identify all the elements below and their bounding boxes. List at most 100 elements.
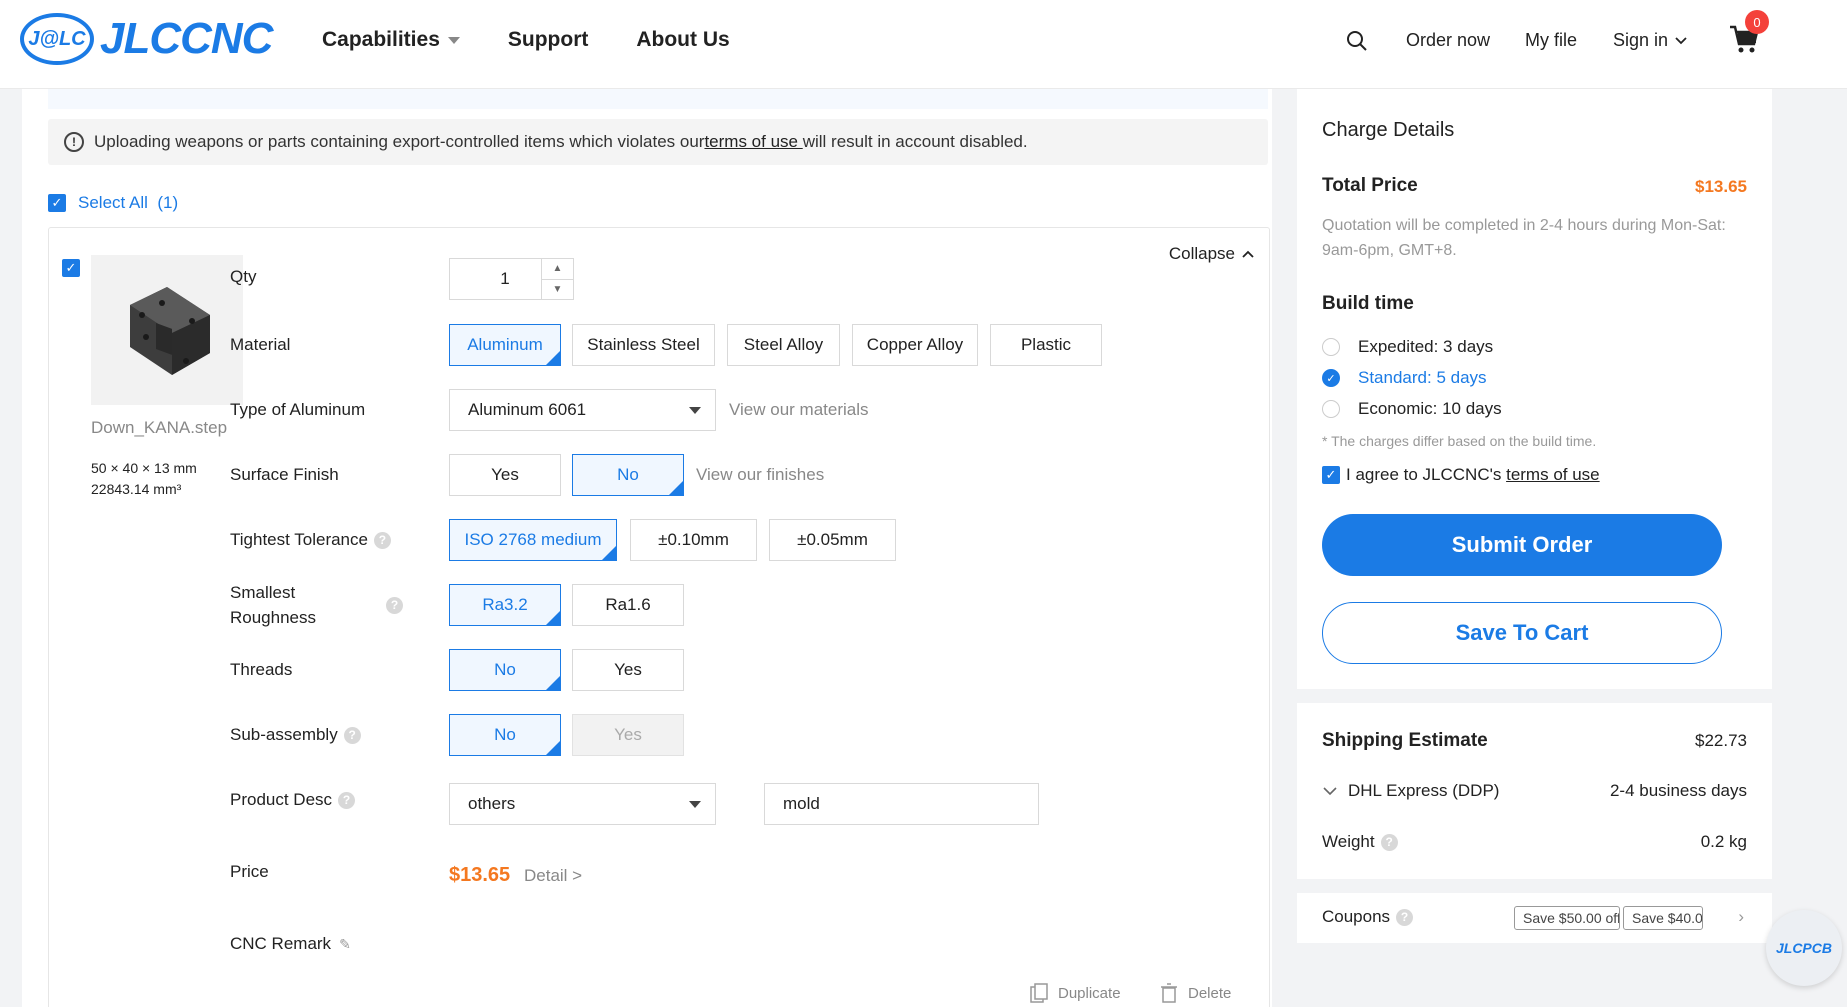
- part-thumbnail[interactable]: [91, 255, 243, 405]
- dropdown-arrow-icon: [689, 407, 701, 414]
- build-option-label: Standard: 5 days: [1358, 368, 1487, 387]
- nav-capabilities[interactable]: Capabilities: [322, 28, 460, 52]
- radio-checked-icon: ✓: [1322, 369, 1340, 387]
- main-nav: Capabilities Support About Us: [322, 28, 778, 52]
- weight-value: 0.2 kg: [1700, 832, 1747, 851]
- duplicate-label: Duplicate: [1058, 984, 1121, 1002]
- jlcpcb-float-button[interactable]: JLCPCB: [1766, 910, 1842, 986]
- shipping-estimate-value: $22.73: [1695, 731, 1747, 750]
- tolerance-iso-2768[interactable]: ISO 2768 medium: [449, 519, 617, 561]
- terms-of-use-link[interactable]: terms of use: [704, 132, 802, 152]
- chevron-down-icon: [1323, 787, 1337, 796]
- roughness-ra3-2[interactable]: Ra3.2: [449, 584, 561, 626]
- build-option-label: Expedited: 3 days: [1358, 337, 1494, 356]
- part-checkbox[interactable]: ✓: [62, 259, 80, 277]
- product-desc-text: mold: [783, 794, 820, 813]
- help-icon[interactable]: ?: [343, 726, 361, 744]
- tolerance-0-10[interactable]: ±0.10mm: [630, 519, 757, 561]
- order-now-link[interactable]: Order now: [1406, 30, 1490, 51]
- coupons-panel[interactable]: Coupons ? Save $50.00 off Save $40.00 ›: [1297, 893, 1772, 943]
- build-option-standard[interactable]: ✓ Standard: 5 days: [1322, 368, 1487, 388]
- build-option-economic[interactable]: Economic: 10 days: [1322, 399, 1502, 419]
- decrement-button[interactable]: ▼: [542, 280, 573, 300]
- cnc-remark-text: CNC Remark: [230, 934, 332, 953]
- duplicate-button[interactable]: Duplicate: [1030, 983, 1121, 1003]
- cart-count-badge: 0: [1745, 10, 1769, 34]
- weight-label: Weight ?: [1322, 832, 1398, 852]
- my-file-link[interactable]: My file: [1525, 30, 1577, 51]
- radio-unchecked-icon: [1322, 338, 1340, 356]
- build-option-expedited[interactable]: Expedited: 3 days: [1322, 337, 1493, 357]
- subassembly-no[interactable]: No: [449, 714, 561, 756]
- material-copper-alloy[interactable]: Copper Alloy: [852, 324, 978, 366]
- shipping-method-select[interactable]: DHL Express (DDP): [1322, 781, 1499, 801]
- material-stainless-steel[interactable]: Stainless Steel: [572, 324, 715, 366]
- roughness-label-line1: Smallest: [230, 583, 296, 602]
- nav-support[interactable]: Support: [508, 28, 588, 52]
- subassembly-label: Sub-assembly ?: [230, 725, 361, 745]
- delete-button[interactable]: Delete: [1160, 983, 1231, 1003]
- cnc-remark-label[interactable]: CNC Remark ✎: [230, 934, 351, 954]
- subassembly-yes: Yes: [572, 714, 684, 756]
- agree-terms-link[interactable]: terms of use: [1506, 465, 1600, 485]
- search-icon[interactable]: [1345, 29, 1369, 53]
- price-label: Price: [230, 862, 269, 881]
- chevron-down-icon: [447, 36, 460, 44]
- chevron-up-icon: [1242, 250, 1254, 258]
- checkbox-checked-icon: ✓: [48, 194, 66, 212]
- total-price-label: Total Price: [1322, 175, 1418, 196]
- increment-button[interactable]: ▲: [542, 259, 573, 280]
- part-file-name: Down_KANA.step: [91, 418, 228, 437]
- product-desc-input[interactable]: mold: [764, 783, 1039, 825]
- shipping-estimate-title: Shipping Estimate: [1322, 730, 1488, 751]
- threads-no[interactable]: No: [449, 649, 561, 691]
- material-plastic[interactable]: Plastic: [990, 324, 1102, 366]
- chevron-down-icon: [1675, 36, 1687, 44]
- product-desc-select[interactable]: others: [449, 783, 716, 825]
- charge-details-title: Charge Details: [1322, 119, 1455, 141]
- tolerance-0-05[interactable]: ±0.05mm: [769, 519, 896, 561]
- save-to-cart-button[interactable]: Save To Cart: [1322, 602, 1722, 664]
- part-model-image: [130, 287, 210, 375]
- coupon-chip[interactable]: Save $40.00: [1623, 906, 1703, 930]
- quantity-value[interactable]: 1: [450, 269, 542, 289]
- view-materials-link[interactable]: View our materials: [729, 400, 869, 420]
- select-all-checkbox[interactable]: ✓ Select All (1): [48, 193, 178, 213]
- pencil-icon[interactable]: ✎: [339, 936, 351, 953]
- material-aluminum[interactable]: Aluminum: [449, 324, 561, 366]
- help-icon[interactable]: ?: [1380, 833, 1398, 851]
- roughness-ra1-6[interactable]: Ra1.6: [572, 584, 684, 626]
- view-finishes-link[interactable]: View our finishes: [696, 465, 824, 485]
- chevron-right-icon[interactable]: ›: [1738, 907, 1744, 927]
- product-desc-label-text: Product Desc: [230, 790, 333, 809]
- threads-yes[interactable]: Yes: [572, 649, 684, 691]
- tolerance-label: Tightest Tolerance ?: [230, 530, 391, 550]
- sign-in-menu[interactable]: Sign in: [1613, 30, 1688, 51]
- checkbox-checked-icon: ✓: [1322, 466, 1340, 484]
- finish-no[interactable]: No: [572, 454, 684, 496]
- surface-finish-label: Surface Finish: [230, 465, 339, 484]
- coupons-label: Coupons ?: [1322, 907, 1414, 927]
- shipping-estimate-panel: Shipping Estimate $22.73 DHL Express (DD…: [1297, 703, 1772, 879]
- jlccnc-logo[interactable]: J@LC JLCCNC: [20, 13, 273, 65]
- shipping-method-label: DHL Express (DDP): [1348, 781, 1500, 800]
- coupon-chip[interactable]: Save $50.00 off: [1514, 906, 1620, 930]
- help-icon[interactable]: ?: [373, 531, 391, 549]
- select-all-label: Select All (1): [78, 193, 179, 212]
- help-icon[interactable]: ?: [1396, 908, 1414, 926]
- aluminum-type-label: Type of Aluminum: [230, 400, 366, 419]
- material-steel-alloy[interactable]: Steel Alloy: [727, 324, 840, 366]
- price-detail-link[interactable]: Detail >: [524, 866, 582, 886]
- collapse-toggle[interactable]: Collapse: [1169, 244, 1255, 264]
- help-icon[interactable]: ?: [386, 596, 403, 614]
- quantity-stepper[interactable]: 1 ▲ ▼: [449, 258, 574, 300]
- part-size: 50 × 40 × 13 mm: [91, 460, 197, 476]
- agree-terms-checkbox[interactable]: ✓ I agree to JLCCNC's terms of use: [1322, 465, 1600, 485]
- aluminum-type-select[interactable]: Aluminum 6061: [449, 389, 716, 431]
- nav-capabilities-label: Capabilities: [322, 28, 440, 51]
- nav-about-us[interactable]: About Us: [636, 28, 729, 52]
- finish-yes[interactable]: Yes: [449, 454, 561, 496]
- threads-label: Threads: [230, 660, 293, 679]
- submit-order-button[interactable]: Submit Order: [1322, 514, 1722, 576]
- help-icon[interactable]: ?: [338, 791, 356, 809]
